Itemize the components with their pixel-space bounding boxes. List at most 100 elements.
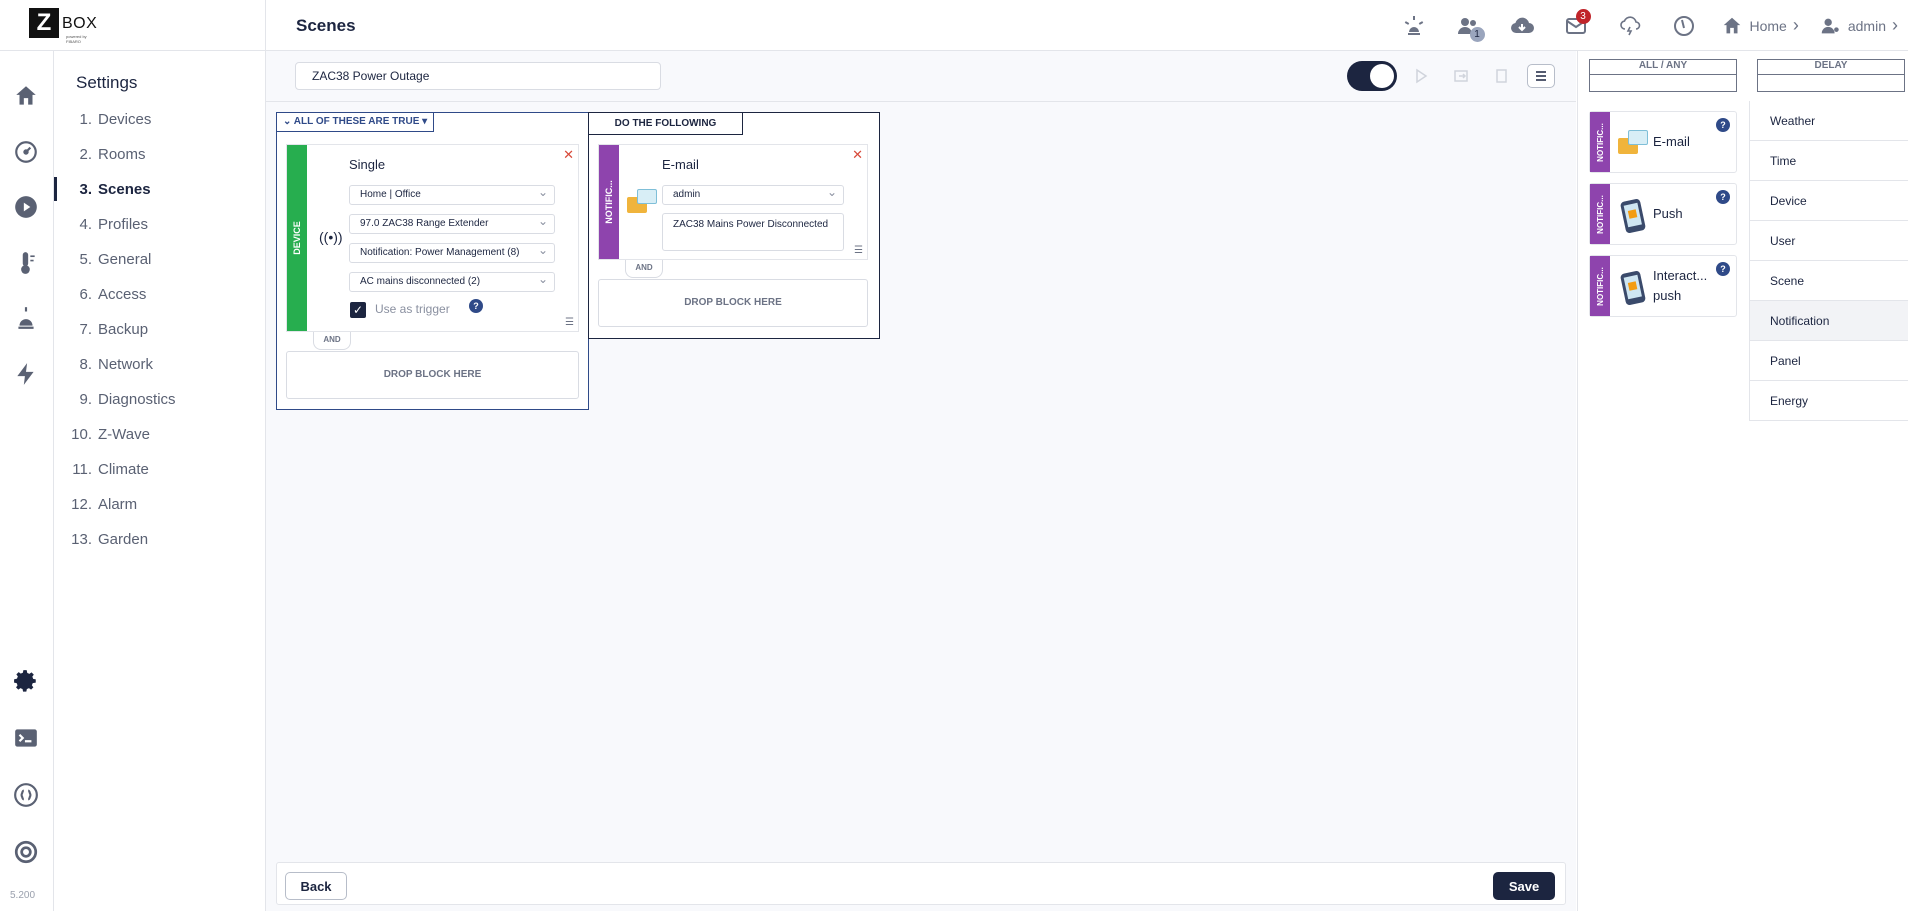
rail-energy[interactable] bbox=[12, 360, 40, 388]
category-weather[interactable]: Weather bbox=[1750, 101, 1908, 141]
rail-alarm[interactable] bbox=[12, 304, 40, 332]
value-select[interactable]: AC mains disconnected (2) bbox=[349, 270, 555, 292]
property-select[interactable]: Notification: Power Management (8) bbox=[349, 241, 555, 263]
category-notification[interactable]: Notification bbox=[1750, 301, 1908, 341]
rail-home[interactable] bbox=[12, 82, 40, 110]
help-icon[interactable]: ? bbox=[1716, 190, 1730, 204]
save-button[interactable]: Save bbox=[1493, 872, 1555, 900]
scene-enabled-toggle[interactable] bbox=[1347, 61, 1397, 91]
weather-button[interactable] bbox=[1603, 0, 1657, 51]
menu-item-garden[interactable]: 13. Garden bbox=[54, 527, 265, 551]
menu-item-label: General bbox=[98, 250, 152, 268]
users-badge: 1 bbox=[1469, 27, 1485, 42]
room-select[interactable]: Home | Office bbox=[349, 183, 555, 205]
menu-item-diagnostics[interactable]: 9. Diagnostics bbox=[54, 387, 265, 411]
gauge-button[interactable] bbox=[1657, 0, 1711, 51]
conditions-operator-dropdown[interactable]: ⌄ ALL OF THESE ARE TRUE ▾ bbox=[276, 112, 435, 132]
category-scene[interactable]: Scene bbox=[1750, 261, 1908, 301]
device-condition-block[interactable]: DEVICE Single ✕ ((•)) Home | Office 97.0… bbox=[286, 144, 579, 332]
actions-header: DO THE FOLLOWING bbox=[588, 112, 743, 135]
message-textarea[interactable]: ZAC38 Mains Power Disconnected bbox=[662, 213, 844, 251]
scene-options-button[interactable] bbox=[1527, 64, 1555, 88]
lifebuoy-icon bbox=[14, 840, 38, 864]
phone-icon bbox=[1619, 198, 1647, 234]
menu-item-network[interactable]: 8. Network bbox=[54, 352, 265, 376]
trigger-checkbox[interactable]: ✓ bbox=[350, 302, 366, 318]
category-time[interactable]: Time bbox=[1750, 141, 1908, 181]
category-panel[interactable]: Panel bbox=[1750, 341, 1908, 381]
rail-dashboard[interactable] bbox=[12, 138, 40, 166]
user-menu[interactable]: admin › bbox=[1809, 0, 1908, 51]
all-any-column[interactable]: ALL / ANY bbox=[1589, 59, 1737, 92]
rail-support[interactable] bbox=[12, 838, 40, 866]
list-icon bbox=[1536, 71, 1546, 81]
menu-item-backup[interactable]: 7. Backup bbox=[54, 317, 265, 341]
help-icon[interactable]: ? bbox=[1716, 262, 1730, 276]
palette-email-block[interactable]: NOTIFIC... E-mail ? bbox=[1589, 111, 1737, 173]
rail-plugins[interactable] bbox=[12, 781, 40, 809]
menu-item-label: Network bbox=[98, 355, 154, 373]
menu-item-devices[interactable]: 1. Devices bbox=[54, 107, 265, 131]
speedometer-icon bbox=[15, 141, 37, 163]
menu-item-climate[interactable]: 11. Climate bbox=[54, 457, 265, 481]
copy-scene-button[interactable] bbox=[1491, 65, 1511, 87]
menu-item-profiles[interactable]: 4. Profiles bbox=[54, 212, 265, 236]
menu-item-general[interactable]: 5. General bbox=[54, 247, 265, 271]
menu-item-zwave[interactable]: 10. Z-Wave bbox=[54, 422, 265, 446]
logo-subtitle: powered by FIBARO bbox=[66, 34, 87, 44]
palette-block-label: Interact... push bbox=[1653, 268, 1708, 303]
category-energy[interactable]: Energy bbox=[1750, 381, 1908, 421]
user-label: admin bbox=[1847, 17, 1886, 34]
rail-terminal[interactable] bbox=[12, 724, 40, 752]
remove-block-icon[interactable]: ✕ bbox=[852, 147, 863, 163]
settings-title: Settings bbox=[76, 73, 138, 92]
block-palette: ALL / ANY DELAY NOTIFIC... E-mail ? NOTI… bbox=[1577, 51, 1908, 911]
version-label: 5.200 bbox=[10, 890, 36, 901]
email-action-block[interactable]: NOTIFIC... E-mail ✕ admin ZAC38 Mains Po… bbox=[598, 144, 868, 260]
category-user[interactable]: User bbox=[1750, 221, 1908, 261]
menu-item-rooms[interactable]: 2. Rooms bbox=[54, 142, 265, 166]
drag-handle-icon[interactable]: ☰ bbox=[565, 317, 574, 328]
drop-zone[interactable]: DROP BLOCK HERE bbox=[598, 279, 868, 327]
users-button[interactable]: 1 bbox=[1441, 0, 1495, 51]
device-select[interactable]: 97.0 ZAC38 Range Extender bbox=[349, 212, 555, 234]
alarm-siren-icon bbox=[18, 307, 34, 329]
home-icon bbox=[16, 86, 36, 105]
gauge-icon bbox=[1673, 15, 1694, 36]
play-icon bbox=[1416, 68, 1428, 84]
drag-handle-icon[interactable]: ☰ bbox=[854, 245, 863, 256]
download-button[interactable] bbox=[1495, 0, 1549, 51]
alarm-button[interactable] bbox=[1387, 0, 1441, 51]
settings-menu: Settings 1. Devices 2. Rooms 3. Scenes 4. Pr… bbox=[54, 51, 265, 911]
help-icon[interactable]: ? bbox=[469, 299, 483, 313]
recipient-select[interactable]: admin bbox=[662, 183, 844, 205]
palette-push-block[interactable]: NOTIFIC... Push ? bbox=[1589, 183, 1737, 245]
remove-block-icon[interactable]: ✕ bbox=[563, 147, 574, 163]
run-scene-button[interactable] bbox=[1411, 65, 1431, 87]
export-scene-button[interactable] bbox=[1451, 65, 1471, 87]
scene-name-input[interactable] bbox=[295, 62, 661, 90]
rail-settings[interactable] bbox=[12, 667, 40, 695]
rail-scenes[interactable] bbox=[12, 193, 40, 221]
zbox-logo[interactable]: Z BOX powered by FIBARO bbox=[29, 8, 97, 44]
menu-item-number: 8. bbox=[79, 355, 92, 373]
menu-item-scenes[interactable]: 3. Scenes bbox=[54, 177, 265, 201]
rail-climate[interactable] bbox=[12, 249, 40, 277]
back-button[interactable]: Back bbox=[285, 872, 347, 900]
menu-item-number: 1. bbox=[79, 110, 92, 128]
help-icon[interactable]: ? bbox=[1716, 118, 1730, 132]
home-breadcrumb[interactable]: Home › bbox=[1711, 0, 1809, 51]
chevron-right-icon: › bbox=[1892, 15, 1898, 35]
menu-item-alarm[interactable]: 12. Alarm bbox=[54, 492, 265, 516]
phone-icon bbox=[1619, 270, 1647, 306]
block-category-label: NOTIFIC... bbox=[1595, 266, 1605, 306]
block-category-label: NOTIFIC... bbox=[1595, 122, 1605, 162]
and-connector: AND bbox=[313, 332, 351, 350]
category-device[interactable]: Device bbox=[1750, 181, 1908, 221]
email-icon bbox=[627, 189, 657, 217]
palette-interactive-push-block[interactable]: NOTIFIC... Interact... push ? bbox=[1589, 255, 1737, 317]
messages-button[interactable]: 3 bbox=[1549, 0, 1603, 51]
delay-column[interactable]: DELAY bbox=[1757, 59, 1905, 92]
menu-item-access[interactable]: 6. Access bbox=[54, 282, 265, 306]
drop-zone[interactable]: DROP BLOCK HERE bbox=[286, 351, 579, 399]
